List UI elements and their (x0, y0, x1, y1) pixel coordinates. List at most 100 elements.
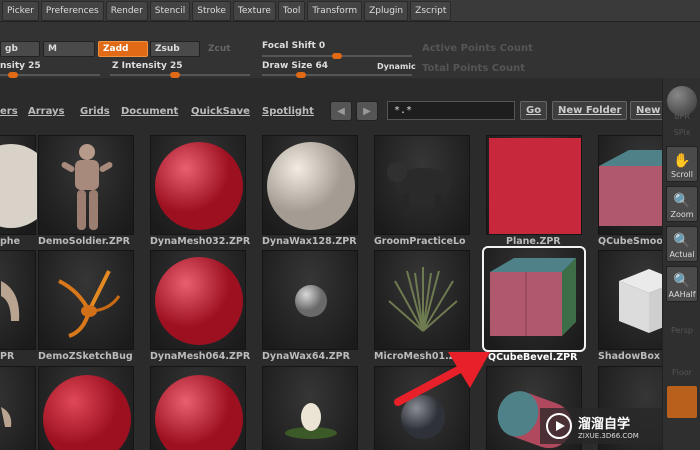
thumb-demosoldier[interactable] (38, 135, 134, 235)
persp-label[interactable]: Persp (663, 326, 700, 335)
red-sphere-icon (155, 257, 243, 345)
zoom-button[interactable]: 🔍 Zoom (666, 186, 698, 222)
floor-label[interactable]: Floor (663, 368, 700, 377)
new-button[interactable]: New (630, 101, 667, 120)
tab-folders[interactable]: ers (0, 106, 18, 117)
menu-render[interactable]: Render (105, 0, 148, 21)
thumb-red-sphere-3[interactable] (150, 366, 246, 450)
thumb-caption: DynaWax64.ZPR (262, 351, 350, 362)
thumb-red-sphere-lowpoly[interactable] (38, 366, 134, 450)
focal-shift-knob[interactable] (332, 53, 342, 59)
chevron-left-icon: ◀ (337, 105, 345, 117)
right-tool-shelf: BPR SPix ✋ Scroll 🔍 Zoom 🔍 Actual 🔍 AAHa… (662, 78, 700, 450)
menu-picker[interactable]: Picker (2, 0, 39, 21)
active-points-label: Active Points Count (422, 43, 533, 54)
dynamic-toggle[interactable]: Dynamic (377, 62, 416, 71)
shadowbox-icon (619, 269, 662, 333)
zoom-label: Zoom (670, 210, 694, 219)
thumb-creature2-partial[interactable] (0, 366, 36, 450)
next-arrow-button[interactable]: ▶ (356, 101, 378, 121)
thumb-groompractice[interactable] (374, 135, 470, 235)
thumb-caption-selected: QCubeBevel.ZPR (488, 352, 578, 363)
zadd-button[interactable]: Zadd (98, 41, 148, 57)
scroll-label: Scroll (671, 170, 693, 179)
scroll-button[interactable]: ✋ Scroll (666, 146, 698, 182)
rgb-intensity-slider[interactable] (0, 72, 100, 78)
aahalf-button[interactable]: 🔍 AAHalf (666, 266, 698, 302)
cube-icon (490, 258, 576, 336)
creature-figure-icon (1, 407, 12, 427)
thumb-plane[interactable] (486, 135, 582, 235)
white-sphere-icon (0, 144, 53, 228)
thumb-caption: PR (0, 351, 15, 362)
egg-icon (285, 403, 337, 439)
m-button[interactable]: M (43, 41, 95, 57)
rgb-button[interactable]: gb (0, 41, 40, 57)
tab-arrays[interactable]: Arrays (28, 106, 65, 117)
menu-stroke[interactable]: Stroke (192, 0, 231, 21)
dog-figure-icon (387, 162, 451, 216)
thumb-shadowbox[interactable] (598, 250, 662, 350)
focal-shift-slider[interactable] (262, 53, 412, 59)
red-plane-icon (489, 138, 581, 234)
watermark-url: ZIXUE.3D66.COM (578, 431, 639, 440)
spix-label: SPix (673, 128, 691, 137)
focal-shift-label: Focal Shift 0 (262, 41, 326, 51)
prev-arrow-button[interactable]: ◀ (330, 101, 352, 121)
hand-icon: ✋ (673, 153, 691, 169)
filter-input[interactable]: *.* (387, 101, 515, 120)
zcut-button[interactable]: Zcut (204, 41, 235, 57)
new-folder-button[interactable]: New Folder (552, 101, 628, 120)
bug-figure-icon (58, 270, 121, 338)
grey-sphere-icon (295, 285, 327, 317)
z-intensity-knob[interactable] (170, 72, 180, 78)
lightbox-header: ers Arrays Grids Document QuickSave Spot… (0, 96, 667, 128)
draw-size-slider[interactable] (262, 72, 412, 78)
white-sphere-icon (267, 142, 355, 230)
thumb-creature-partial[interactable] (0, 250, 36, 350)
z-intensity-slider[interactable] (110, 72, 250, 78)
thumb-egg[interactable] (262, 366, 358, 450)
magnifier-icon: 🔍 (673, 233, 691, 249)
brush-controls: gb M Zadd Zsub Zcut nsity 25 Z Intensity… (0, 22, 700, 78)
actual-label: Actual (669, 250, 695, 259)
thumb-qcubesmooth[interactable] (598, 135, 662, 235)
thumb-caption: DynaMesh064.ZPR (150, 351, 250, 362)
thumb-dynawax64[interactable] (262, 250, 358, 350)
total-points-label: Total Points Count (422, 63, 525, 74)
thumb-caption: DemoZSketchBug (38, 351, 133, 362)
menu-preferences[interactable]: Preferences (40, 0, 104, 21)
zsub-button[interactable]: Zsub (150, 41, 200, 57)
lightbox-grid: phe DemoSoldier.ZPR DynaMesh032.ZPR Dyna… (0, 130, 662, 450)
main-menubar: Picker Preferences Render Stencil Stroke… (0, 0, 700, 22)
tab-grids[interactable]: Grids (80, 106, 110, 117)
red-sphere-icon (155, 375, 243, 450)
rgb-intensity-knob[interactable] (8, 72, 18, 78)
menu-texture[interactable]: Texture (232, 0, 276, 21)
thumb-dynamesh064[interactable] (150, 250, 246, 350)
thumb-dynawax128[interactable] (262, 135, 358, 235)
soldier-figure-icon (61, 144, 113, 230)
tab-quicksave[interactable]: QuickSave (191, 106, 250, 117)
thumb-demozsketchbug[interactable] (38, 250, 134, 350)
thumb-micromesh01[interactable] (374, 250, 470, 350)
thumb-caption: phe (0, 236, 21, 247)
cube-icon (599, 150, 662, 226)
menu-zplugin[interactable]: Zplugin (364, 0, 409, 21)
thumb-qcubebevel-selected[interactable] (482, 246, 586, 352)
draw-size-knob[interactable] (296, 72, 306, 78)
tab-spotlight[interactable]: Spotlight (262, 106, 314, 117)
menu-stencil[interactable]: Stencil (149, 0, 191, 21)
menu-tool[interactable]: Tool (277, 0, 306, 21)
thumb-sphere-partial[interactable] (0, 135, 53, 235)
go-button[interactable]: Go (520, 101, 548, 120)
rgb-intensity-label: nsity 25 (0, 61, 41, 71)
local-button[interactable] (667, 386, 697, 418)
actual-button[interactable]: 🔍 Actual (666, 226, 698, 262)
magnifier-icon: 🔍 (673, 193, 691, 209)
thumb-caption: ShadowBox (598, 351, 661, 362)
tab-document[interactable]: Document (121, 106, 178, 117)
thumb-dynamesh032[interactable] (150, 135, 246, 235)
menu-transform[interactable]: Transform (307, 0, 363, 21)
menu-zscript[interactable]: Zscript (410, 0, 452, 21)
